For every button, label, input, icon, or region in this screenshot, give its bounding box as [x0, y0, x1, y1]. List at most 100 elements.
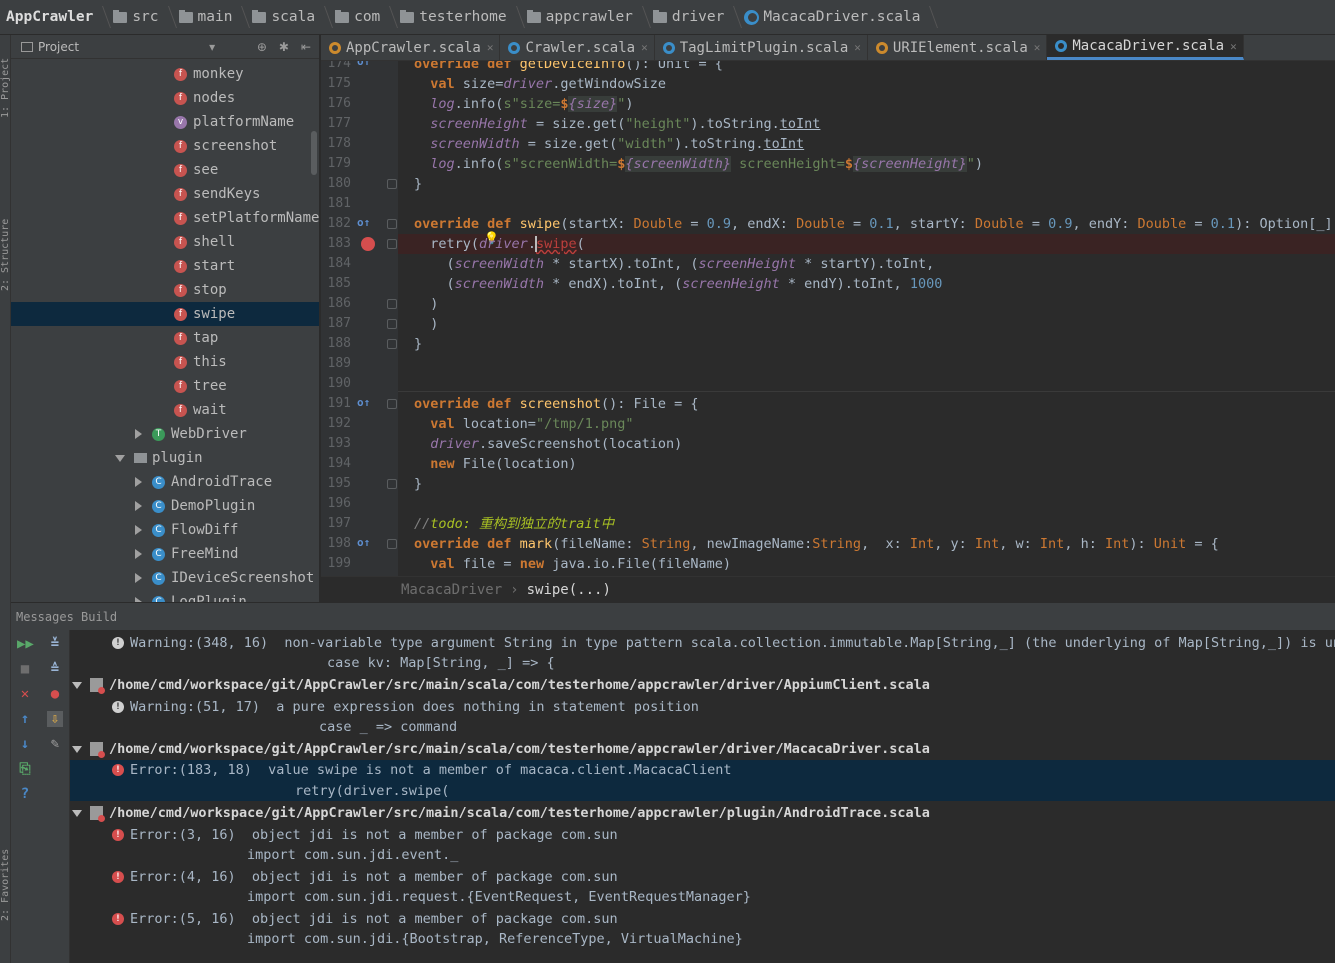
editor-gutter[interactable]: 174 175 176 177 178 179 180 181 182 183 …: [321, 61, 398, 576]
fold-marker-icon[interactable]: [387, 479, 397, 489]
tree-item[interactable]: C AndroidTrace: [135, 470, 272, 494]
tree-item[interactable]: v platformName: [174, 110, 294, 134]
list-item[interactable]: ! Warning:(348, 16) non-variable type arg…: [70, 633, 1335, 654]
tree-item[interactable]: f setPlatformName: [174, 206, 319, 230]
fold-marker-icon[interactable]: [387, 239, 397, 249]
nav-crumb-file[interactable]: MacacaDriver.scala: [740, 0, 924, 34]
close-icon[interactable]: ✕: [1034, 41, 1041, 54]
tab-urielement[interactable]: URIElement.scala ✕: [868, 35, 1048, 60]
tree-item[interactable]: f wait: [174, 398, 227, 422]
list-item[interactable]: case kv: Map[String, _] => {: [70, 653, 1335, 674]
list-item[interactable]: import com.sun.jdi.{Bootstrap, Reference…: [70, 929, 1335, 950]
close-icon[interactable]: ✕: [487, 41, 494, 54]
fold-marker-icon[interactable]: [387, 219, 397, 229]
tree-item[interactable]: f shell: [174, 230, 235, 254]
tree-item[interactable]: C FlowDiff: [135, 518, 238, 542]
tree-item[interactable]: f monkey: [174, 62, 244, 86]
tab-appcrawler[interactable]: AppCrawler.scala ✕: [321, 35, 501, 60]
fold-marker-icon[interactable]: [387, 319, 397, 329]
list-item[interactable]: /home/cmd/workspace/git/AppCrawler/src/m…: [70, 675, 1335, 696]
list-item[interactable]: ! Error:(3, 16) object jdi is not a membe…: [70, 825, 1335, 846]
list-item[interactable]: ! Error:(5, 16) object jdi is not a membe…: [70, 909, 1335, 930]
list-item[interactable]: ! Warning:(51, 17) a pure expression does…: [70, 697, 1335, 718]
breadcrumb-method[interactable]: swipe(...): [527, 582, 611, 598]
nav-crumb-com[interactable]: com: [331, 0, 384, 34]
nav-crumb-scala[interactable]: scala: [248, 0, 319, 34]
list-item[interactable]: retry(driver.swipe(: [70, 781, 1335, 802]
fold-marker-icon[interactable]: [387, 299, 397, 309]
tab-taglimitplugin[interactable]: TagLimitPlugin.scala ✕: [655, 35, 868, 60]
collapse-arrow-icon[interactable]: [72, 681, 82, 689]
expand-arrow-icon[interactable]: [135, 477, 142, 487]
fold-marker-icon[interactable]: [387, 339, 397, 349]
show-errors-icon[interactable]: ●: [47, 686, 63, 702]
expand-arrow-icon[interactable]: [135, 429, 142, 439]
collapse-arrow-icon[interactable]: [72, 745, 82, 753]
chevron-down-icon[interactable]: ▾: [209, 40, 215, 54]
nav-crumb-testerhome[interactable]: testerhome: [396, 0, 510, 34]
override-marker-icon[interactable]: o↑: [357, 216, 371, 230]
expand-arrow-icon[interactable]: [135, 573, 142, 583]
tab-crawler[interactable]: Crawler.scala ✕: [500, 35, 655, 60]
settings-icon[interactable]: ✎: [47, 736, 63, 752]
tool-tab-favorites[interactable]: 2: Favorites: [0, 835, 11, 935]
tree-item[interactable]: f start: [174, 254, 235, 278]
close-icon[interactable]: ✕: [854, 41, 861, 54]
list-item[interactable]: import com.sun.jdi.event._: [70, 845, 1335, 866]
list-item[interactable]: /home/cmd/workspace/git/AppCrawler/src/m…: [70, 803, 1335, 824]
fold-marker-icon[interactable]: [387, 399, 397, 409]
tree-item[interactable]: T WebDriver: [135, 422, 247, 446]
tree-item[interactable]: C IDeviceScreenshot: [135, 566, 314, 590]
tree-item[interactable]: C FreeMind: [135, 542, 238, 566]
fold-marker-icon[interactable]: [387, 179, 397, 189]
stop-icon[interactable]: ■: [17, 661, 33, 677]
collapse-all-icon[interactable]: ≙: [47, 661, 63, 677]
fold-marker-icon[interactable]: [387, 539, 397, 549]
expand-arrow-icon[interactable]: [135, 501, 142, 511]
breakpoint-icon[interactable]: [361, 237, 375, 251]
expand-all-icon[interactable]: ≚: [47, 636, 63, 652]
export-icon[interactable]: ⎘: [17, 761, 33, 777]
close-icon[interactable]: ✕: [17, 686, 33, 702]
rerun-icon[interactable]: ▶▶: [17, 636, 34, 652]
code-editor[interactable]: 💡 override def getDeviceInfo(): Unit = {…: [398, 61, 1335, 576]
gear-icon[interactable]: ✱: [279, 40, 289, 54]
list-item[interactable]: /home/cmd/workspace/git/AppCrawler/src/m…: [70, 739, 1335, 760]
collapse-arrow-icon[interactable]: [72, 809, 82, 817]
override-marker-icon[interactable]: o↑: [357, 536, 371, 550]
nav-crumb-appcrawler[interactable]: appcrawler: [523, 0, 637, 34]
tool-tab-structure[interactable]: 2: Structure: [0, 205, 11, 305]
collapse-arrow-icon[interactable]: [115, 454, 125, 462]
help-icon[interactable]: ?: [17, 786, 33, 802]
tree-item[interactable]: f stop: [174, 278, 227, 302]
tree-item[interactable]: C LogPlugin: [135, 590, 247, 602]
nav-crumb-driver[interactable]: driver: [649, 0, 728, 34]
project-panel-title[interactable]: Project: [38, 40, 79, 54]
next-message-icon[interactable]: ↓: [17, 736, 33, 752]
tree-item[interactable]: f sendKeys: [174, 182, 260, 206]
tree-item[interactable]: f tap: [174, 326, 218, 350]
list-item[interactable]: ! Error:(4, 16) object jdi is not a membe…: [70, 867, 1335, 888]
hide-panel-icon[interactable]: ⇤: [301, 40, 311, 54]
tree-item[interactable]: f this: [174, 350, 227, 374]
tree-item[interactable]: f screenshot: [174, 134, 277, 158]
scroll-from-source-icon[interactable]: ⊕: [257, 40, 267, 54]
tree-item[interactable]: C DemoPlugin: [135, 494, 255, 518]
list-item[interactable]: case _ => command: [70, 717, 1335, 738]
tree-item[interactable]: f tree: [174, 374, 227, 398]
close-icon[interactable]: ✕: [1230, 40, 1237, 53]
list-item[interactable]: import com.sun.jdi.request.{EventRequest…: [70, 887, 1335, 908]
tree-item[interactable]: f nodes: [174, 86, 235, 110]
show-warnings-icon[interactable]: ⇩: [47, 711, 63, 727]
breadcrumb-class[interactable]: MacacaDriver: [401, 582, 502, 598]
close-icon[interactable]: ✕: [641, 41, 648, 54]
previous-message-icon[interactable]: ↑: [17, 711, 33, 727]
override-marker-icon[interactable]: o↑: [357, 61, 371, 69]
expand-arrow-icon[interactable]: [135, 549, 142, 559]
nav-crumb-src[interactable]: src: [109, 0, 162, 34]
tree-item[interactable]: plugin: [115, 446, 203, 470]
tab-macacadriver[interactable]: MacacaDriver.scala ✕: [1047, 35, 1244, 60]
tree-item[interactable]: f see: [174, 158, 218, 182]
expand-arrow-icon[interactable]: [135, 525, 142, 535]
messages-panel-title[interactable]: Messages Build: [16, 610, 117, 624]
